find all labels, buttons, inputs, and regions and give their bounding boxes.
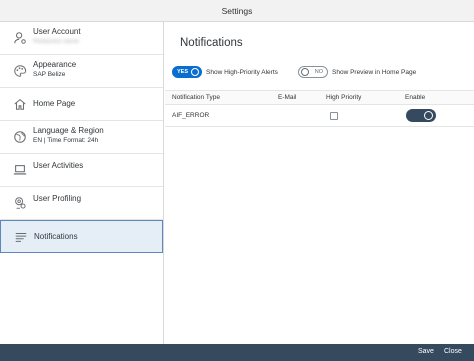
switch-knob <box>301 68 309 76</box>
switch-knob <box>191 68 199 76</box>
enable-switch[interactable] <box>406 109 436 122</box>
sidebar-item-home-page[interactable]: Home Page <box>0 88 163 121</box>
sidebar-item-label: User Account <box>33 27 81 36</box>
switch-state-text: YES <box>177 69 189 75</box>
notifications-panel: Notifications YES Show High-Priority Ale… <box>165 22 474 344</box>
sidebar-item-sub: Redacted name <box>33 38 79 45</box>
sidebar-item-user-activities[interactable]: User Activities <box>0 154 163 187</box>
window-title: Settings <box>0 0 474 22</box>
column-header-enable[interactable]: Enable <box>405 94 425 101</box>
settings-sidebar: User Account Redacted name Appearance SA… <box>0 22 164 344</box>
palette-icon <box>13 64 27 78</box>
laptop-icon <box>13 163 27 177</box>
switch-knob <box>424 111 433 120</box>
sidebar-item-label: Appearance <box>33 60 77 69</box>
high-priority-checkbox[interactable] <box>330 112 338 120</box>
preview-home-page-label: Show Preview in Home Page <box>332 69 417 76</box>
user-account-icon <box>13 31 27 45</box>
sidebar-item-label: Notifications <box>34 232 78 241</box>
home-icon <box>13 97 27 111</box>
sidebar-item-sub: SAP Belize <box>33 71 66 78</box>
sidebar-item-label: User Activities <box>33 161 84 170</box>
sidebar-item-user-profiling[interactable]: User Profiling <box>0 187 163 220</box>
globe-icon <box>13 130 27 144</box>
preview-home-page-switch[interactable]: NO <box>298 66 328 78</box>
column-header-high-priority[interactable]: High Priority <box>326 94 361 101</box>
sidebar-item-user-account[interactable]: User Account Redacted name <box>0 22 163 55</box>
sidebar-item-label: User Profiling <box>33 194 82 203</box>
sidebar-item-label: Language & Region <box>33 126 104 135</box>
sidebar-item-notifications[interactable]: Notifications <box>0 220 163 253</box>
sidebar-item-language-region[interactable]: Language & Region EN | Time Format: 24h <box>0 121 163 154</box>
page-title: Notifications <box>180 37 243 49</box>
footer-bar: Save Close <box>0 344 474 361</box>
high-priority-alerts-switch[interactable]: YES <box>172 66 202 78</box>
column-header-notification-type[interactable]: Notification Type <box>172 94 220 101</box>
sidebar-item-appearance[interactable]: Appearance SAP Belize <box>0 55 163 88</box>
notification-list-icon <box>14 230 28 244</box>
user-settings-icon <box>13 196 27 210</box>
column-header-email[interactable]: E-Mail <box>278 94 296 101</box>
sidebar-item-label: Home Page <box>33 99 76 108</box>
high-priority-alerts-label: Show High-Priority Alerts <box>206 69 278 76</box>
close-button[interactable]: Close <box>444 348 462 355</box>
save-button[interactable]: Save <box>418 348 434 355</box>
sidebar-item-sub: EN | Time Format: 24h <box>33 137 99 144</box>
switch-state-text: NO <box>314 69 323 75</box>
notification-type-cell: AIF_ERROR <box>172 112 210 119</box>
table-row: AIF_ERROR <box>165 105 474 127</box>
table-header: Notification Type E-Mail High Priority E… <box>165 90 474 105</box>
